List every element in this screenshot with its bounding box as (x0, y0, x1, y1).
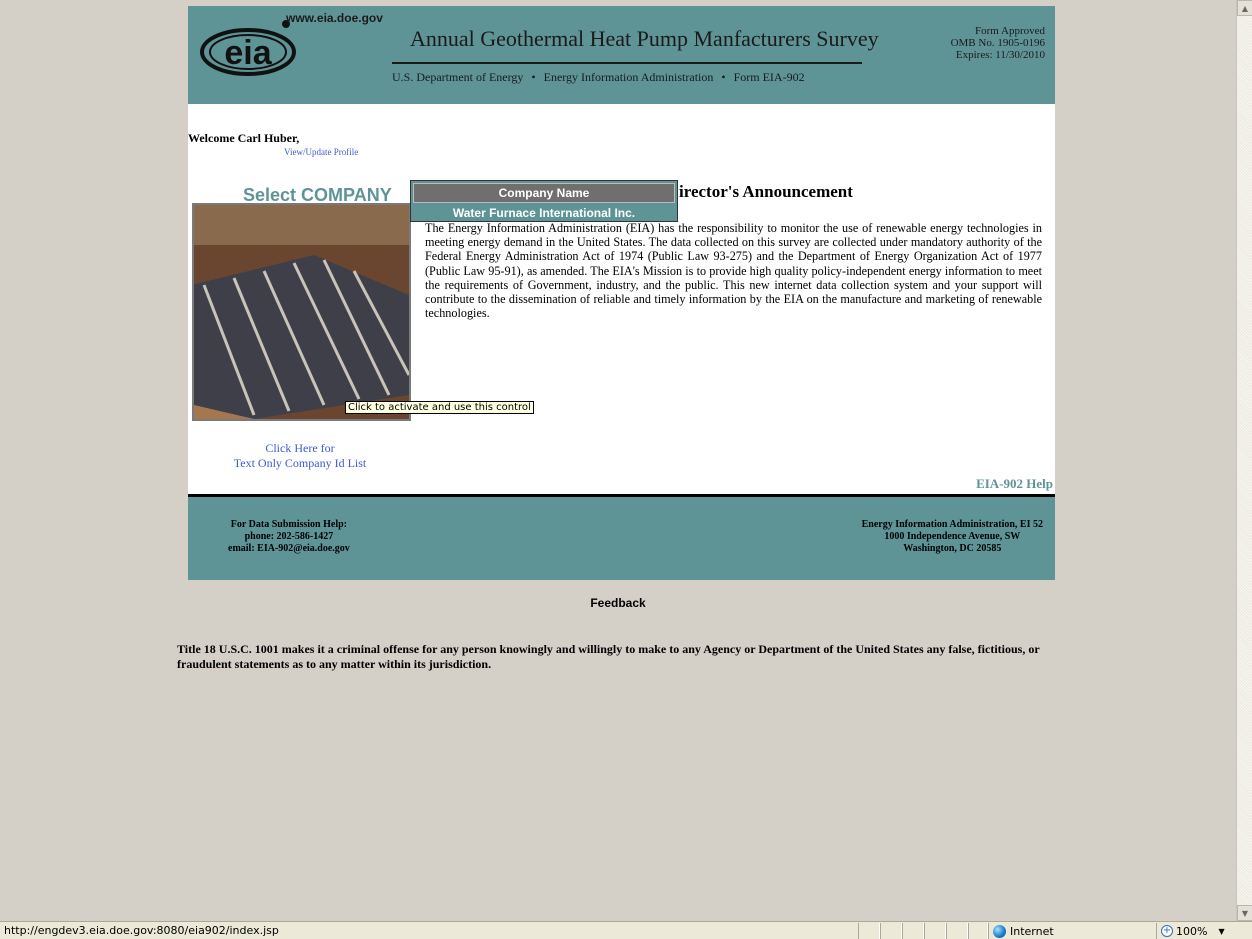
legal-notice: Title 18 U.S.C. 1001 makes it a criminal… (177, 642, 1040, 671)
announcement-body: The Energy Information Administration (E… (425, 221, 1042, 321)
eia-logo[interactable]: eia (198, 16, 338, 76)
company-selector[interactable]: Company Name Water Furnace International… (410, 180, 678, 222)
vertical-scrollbar[interactable]: ▲ ▼ (1236, 0, 1252, 921)
welcome-message: Welcome Carl Huber, (188, 131, 300, 145)
agency-address: Energy Information Administration, EI 52… (862, 519, 1043, 555)
header-subtitle: U.S. Department of Energy • Energy Informa… (392, 70, 805, 85)
globe-icon (993, 924, 1006, 938)
agency-name: Energy Information Administration, EI 52 (861, 519, 1043, 530)
help-phone: phone: 202-586-1427 (244, 531, 334, 542)
status-url: http://engdev3.eia.doe.gov:8080/eia902/i… (4, 924, 279, 937)
status-pane (858, 923, 880, 939)
expiration-date: Expires: 11/30/2010 (955, 49, 1045, 61)
chevron-down-icon[interactable]: ▼ (1218, 927, 1224, 936)
status-bar: http://engdev3.eia.doe.gov:8080/eia902/i… (0, 921, 1252, 939)
zone-label: Internet (1010, 924, 1054, 938)
company-name-column-header: Company Name (413, 183, 675, 203)
status-pane (924, 923, 946, 939)
zoom-icon: + (1161, 925, 1173, 937)
announcement-title: irector's Announcement (679, 182, 853, 201)
subtitle-agency: Energy Information Administration (543, 70, 714, 84)
status-pane (968, 923, 988, 939)
status-pane (946, 923, 968, 939)
subtitle-form: Form EIA-902 (733, 70, 805, 84)
activex-tooltip: Click to activate and use this control (345, 401, 534, 414)
survey-title: Annual Geothermal Heat Pump Manfacturers… (410, 26, 879, 51)
text-only-link-line2[interactable]: Text Only Company Id List (222, 456, 378, 471)
logo-url[interactable]: www.eia.doe.gov (286, 11, 383, 25)
bullet-separator: • (721, 70, 726, 84)
help-title: For Data Submission Help: (230, 519, 348, 530)
logo-text: eia (224, 34, 272, 72)
subtitle-department: U.S. Department of Energy (392, 70, 524, 84)
eia-902-help-link[interactable]: EIA-902 Help (976, 476, 1053, 492)
scroll-up-arrow-icon[interactable]: ▲ (1237, 0, 1252, 16)
text-only-company-list-link[interactable]: Click Here for Text Only Company Id List (222, 441, 378, 471)
scroll-down-arrow-icon[interactable]: ▼ (1237, 905, 1252, 921)
help-email[interactable]: email: EIA-902@eia.doe.gov (228, 543, 350, 555)
site-footer: For Data Submission Help: phone: 202-586… (188, 497, 1055, 580)
company-list-item[interactable]: Water Furnace International Inc. (413, 205, 675, 221)
main-content: Welcome Carl Huber, View/Update Profile … (188, 104, 1055, 494)
zoom-level: 100% (1176, 924, 1208, 938)
bullet-separator: • (531, 70, 536, 84)
title-divider (392, 62, 862, 64)
omb-number: OMB No. 1905-0196 (950, 37, 1045, 49)
status-pane (880, 923, 902, 939)
feedback-link[interactable]: Feedback (0, 596, 1236, 610)
security-zone[interactable]: Internet (988, 923, 1138, 939)
view-update-profile-link[interactable]: View/Update Profile (284, 147, 358, 157)
text-only-link-line1[interactable]: Click Here for (222, 441, 378, 456)
submission-help-contact: For Data Submission Help: phone: 202-586… (228, 519, 350, 555)
page-container: eia www.eia.doe.gov Annual Geothermal He… (188, 6, 1055, 580)
form-approved-label: Form Approved (975, 25, 1045, 37)
solar-panel-image (194, 205, 409, 419)
site-header: eia www.eia.doe.gov Annual Geothermal He… (188, 6, 1055, 104)
agency-city: Washington, DC 20585 (903, 543, 1002, 554)
agency-street: 1000 Independence Avenue, SW (884, 531, 1021, 542)
browser-viewport: eia www.eia.doe.gov Annual Geothermal He… (0, 0, 1236, 921)
solar-panel-photo (192, 203, 411, 421)
status-pane (902, 923, 924, 939)
form-approval-info: Form Approved OMB No. 1905-0196 Expires:… (951, 25, 1045, 61)
zoom-control[interactable]: + 100% ▼ (1156, 923, 1252, 939)
